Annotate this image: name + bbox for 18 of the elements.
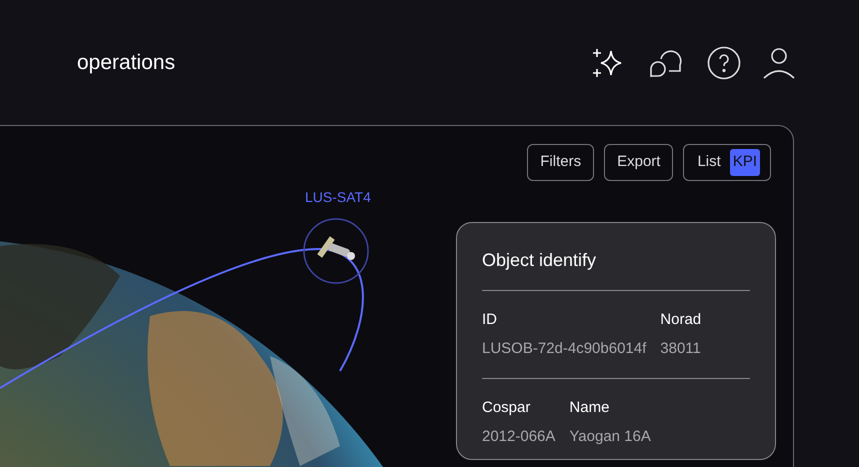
- field-label: ID: [482, 310, 498, 330]
- view-toggle-option[interactable]: KPI: [730, 149, 760, 176]
- toolbar-button[interactable]: Export: [604, 144, 674, 181]
- field-label: Cospar: [482, 398, 532, 418]
- satellite-icon[interactable]: [303, 218, 369, 284]
- field-value: LUSOB-72d-4c90b6014f: [482, 338, 646, 358]
- card-title: Object identify: [482, 247, 750, 291]
- help-icon[interactable]: [707, 46, 741, 80]
- view-toggle-option[interactable]: List: [694, 149, 724, 176]
- field-label: Norad: [660, 310, 702, 330]
- field-value: Yaogan 16A: [569, 426, 651, 446]
- user-icon[interactable]: [763, 46, 795, 78]
- toolbar-button[interactable]: Filters: [527, 144, 594, 181]
- field-value: 38011: [660, 338, 702, 358]
- field-label: Name: [569, 398, 610, 418]
- field-value: 2012-066A: [482, 426, 556, 446]
- page-title: operations: [77, 50, 176, 76]
- satellite-label: LUS-SAT4: [305, 188, 371, 207]
